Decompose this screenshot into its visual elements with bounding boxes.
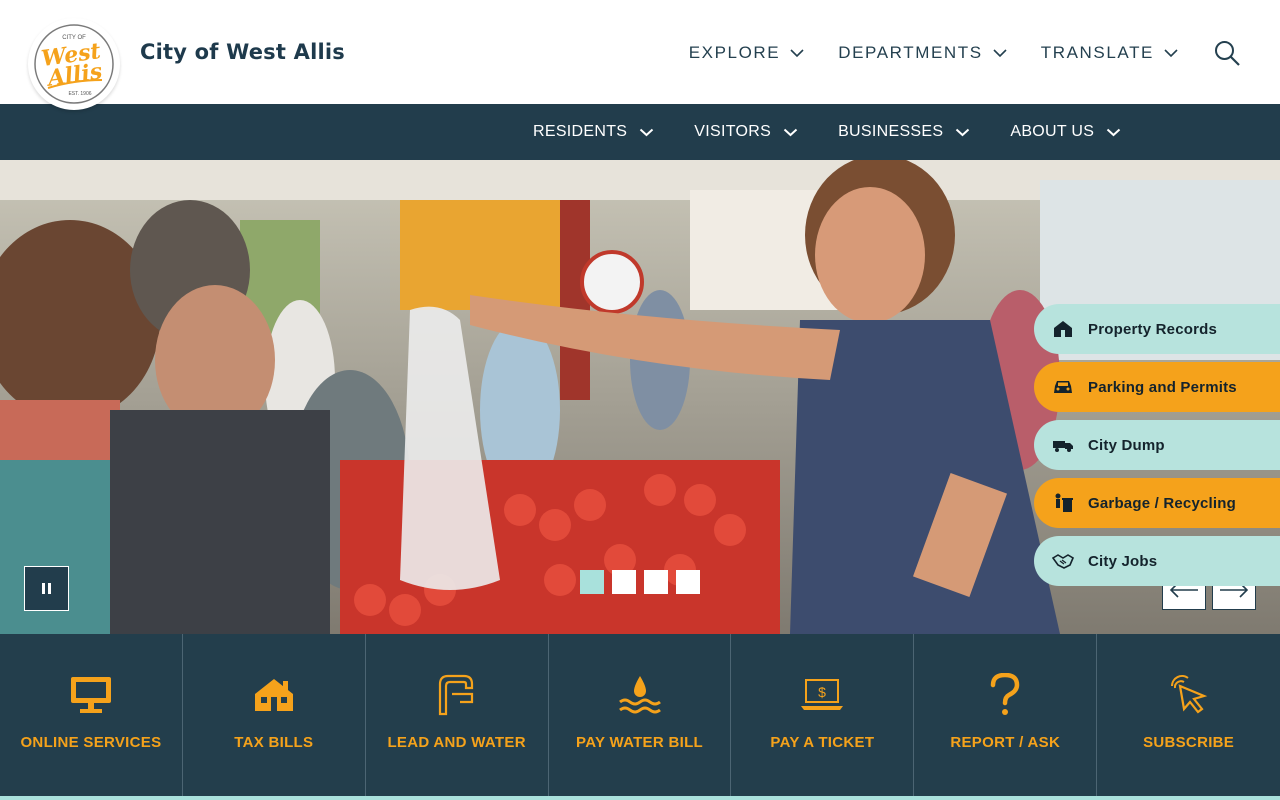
main-nav-label: VISITORS (694, 123, 772, 140)
service-tax-bills[interactable]: TAX BILLS (183, 634, 366, 796)
service-subscribe[interactable]: SUBSCRIBE (1097, 634, 1280, 796)
quick-link-garbage-recycling[interactable]: Garbage / Recycling (1034, 478, 1280, 528)
city-logo[interactable]: CITY OF West Allis EST. 1906 (28, 18, 120, 110)
service-label: PAY WATER BILL (576, 734, 703, 751)
chevron-down-icon (783, 128, 798, 136)
cursor-click-icon (1165, 672, 1213, 718)
util-nav-departments[interactable]: DEPARTMENTS (838, 43, 1007, 63)
quick-link-label: Parking and Permits (1088, 378, 1237, 396)
chevron-down-icon (993, 48, 1007, 57)
utility-nav: EXPLORE DEPARTMENTS TRANSLATE (689, 36, 1240, 70)
service-online-services[interactable]: ONLINE SERVICES (0, 634, 183, 796)
city-logo-mark: CITY OF West Allis EST. 1906 (34, 24, 114, 104)
chevron-down-icon (1164, 48, 1178, 57)
main-nav-label: BUSINESSES (838, 123, 944, 140)
main-nav-residents[interactable]: RESIDENTS (533, 123, 654, 141)
service-label: ONLINE SERVICES (20, 734, 162, 751)
util-nav-label: DEPARTMENTS (838, 43, 983, 62)
service-label: SUBSCRIBE (1143, 734, 1235, 751)
site-header: CITY OF West Allis EST. 1906 City of Wes… (0, 0, 1280, 110)
carousel-dot-1[interactable] (580, 570, 604, 594)
main-nav-visitors[interactable]: VISITORS (694, 123, 798, 141)
service-label: TAX BILLS (234, 734, 314, 751)
chevron-down-icon (640, 128, 654, 136)
main-nav-label: RESIDENTS (533, 123, 628, 140)
main-nav-label: ABOUT US (1010, 123, 1095, 140)
svg-text:EST. 1906: EST. 1906 (68, 91, 91, 97)
service-report-ask[interactable]: REPORT / ASK (914, 634, 1098, 796)
car-icon (1052, 376, 1074, 398)
quick-link-property-records[interactable]: Property Records (1034, 304, 1280, 354)
quick-link-city-dump[interactable]: City Dump (1034, 420, 1280, 470)
service-label: LEAD AND WATER (387, 734, 526, 751)
main-nav-businesses[interactable]: BUSINESSES (838, 123, 970, 141)
service-pay-water-bill[interactable]: PAY WATER BILL (549, 634, 732, 796)
laptop-dollar-icon: $ (798, 672, 846, 718)
pause-icon (42, 583, 45, 594)
carousel-dot-4[interactable] (676, 570, 700, 594)
service-lead-and-water[interactable]: LEAD AND WATER (366, 634, 549, 796)
quick-link-city-jobs[interactable]: City Jobs (1034, 536, 1280, 586)
chevron-down-icon (956, 128, 970, 136)
carousel-dots (580, 570, 708, 594)
main-nav: RESIDENTS VISITORS BUSINESSES ABOUT US (0, 104, 1280, 160)
svg-text:$: $ (818, 684, 826, 700)
handshake-icon (1052, 550, 1074, 572)
main-nav-about-us[interactable]: ABOUT US (1010, 123, 1121, 141)
question-icon (981, 672, 1029, 718)
chevron-down-icon (790, 48, 804, 57)
house-icon (250, 672, 298, 718)
util-nav-translate[interactable]: TRANSLATE (1041, 43, 1178, 63)
carousel-dot-3[interactable] (644, 570, 668, 594)
util-nav-label: TRANSLATE (1040, 43, 1154, 62)
quick-link-label: Garbage / Recycling (1088, 494, 1237, 512)
carousel-pause-button[interactable] (24, 566, 69, 611)
service-pay-a-ticket[interactable]: $ PAY A TICKET (731, 634, 915, 796)
service-label: PAY A TICKET (770, 734, 875, 751)
services-bar: ONLINE SERVICES TAX BILLS LEAD AND WATER… (0, 634, 1280, 800)
chevron-down-icon (1107, 128, 1121, 136)
util-nav-label: EXPLORE (688, 43, 781, 62)
util-nav-explore[interactable]: EXPLORE (689, 43, 805, 63)
truck-icon (1052, 434, 1074, 456)
water-drop-icon (616, 672, 664, 718)
monitor-icon (67, 672, 115, 718)
quick-link-parking-permits[interactable]: Parking and Permits (1034, 362, 1280, 412)
site-title[interactable]: City of West Allis (140, 40, 345, 64)
quick-link-label: City Dump (1088, 436, 1165, 454)
quick-link-label: Property Records (1088, 320, 1218, 338)
carousel-dot-2[interactable] (612, 570, 636, 594)
service-label: REPORT / ASK (950, 734, 1061, 751)
house-icon (1052, 318, 1074, 340)
search-icon[interactable] (1214, 40, 1240, 66)
faucet-icon (433, 672, 481, 718)
quick-link-label: City Jobs (1088, 552, 1158, 570)
recycling-icon (1052, 492, 1074, 514)
